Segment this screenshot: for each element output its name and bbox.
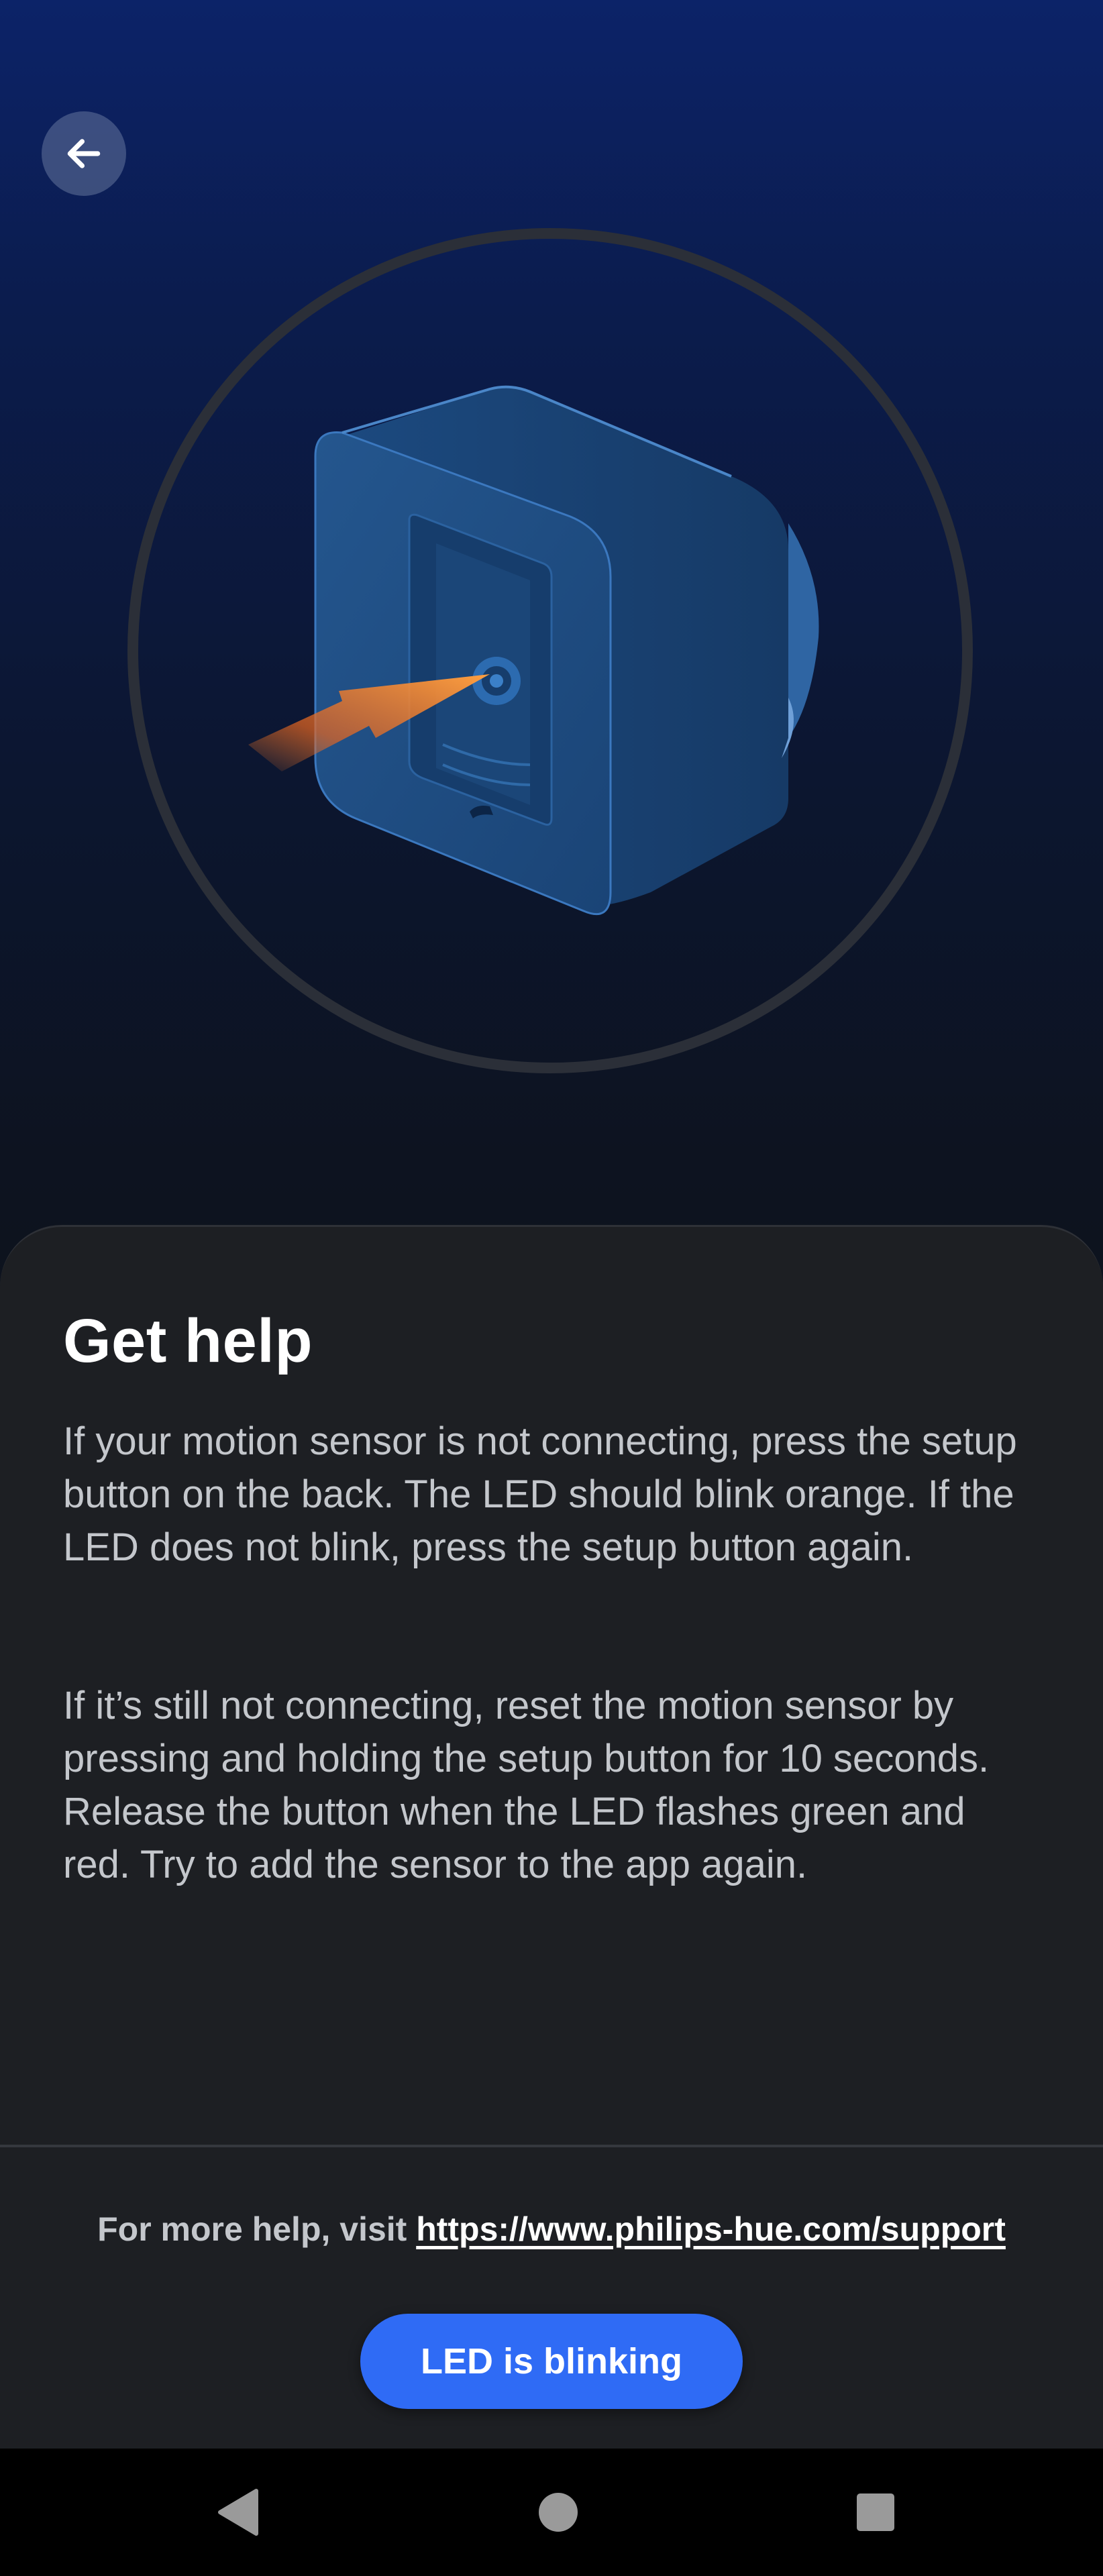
circle-home-icon xyxy=(539,2493,578,2532)
more-help-prefix: For more help, visit xyxy=(97,2210,417,2248)
page-title: Get help xyxy=(63,1307,313,1375)
help-sheet: Get help If your motion sensor is not co… xyxy=(0,1225,1103,2451)
led-is-blinking-button[interactable]: LED is blinking xyxy=(360,2314,743,2409)
triangle-back-icon xyxy=(218,2489,258,2536)
more-help-line: For more help, visit https://www.philips… xyxy=(0,2210,1103,2249)
screen: Get help If your motion sensor is not co… xyxy=(0,0,1103,2576)
back-button[interactable] xyxy=(42,111,126,196)
support-link[interactable]: https://www.philips-hue.com/support xyxy=(416,2210,1006,2248)
motion-sensor-illustration xyxy=(127,228,973,1073)
motion-sensor-back-icon xyxy=(127,228,973,1073)
system-navigation-bar xyxy=(0,2449,1103,2576)
help-paragraph-2: If it’s still not connecting, reset the … xyxy=(63,1684,990,1886)
nav-home-button[interactable] xyxy=(494,2449,622,2576)
help-paragraph-1: If your motion sensor is not connecting,… xyxy=(63,1419,1017,1569)
square-recents-icon xyxy=(857,2493,894,2531)
arrow-left-icon xyxy=(67,139,101,168)
nav-back-button[interactable] xyxy=(174,2449,302,2576)
nav-recents-button[interactable] xyxy=(812,2449,939,2576)
divider xyxy=(0,2145,1103,2147)
